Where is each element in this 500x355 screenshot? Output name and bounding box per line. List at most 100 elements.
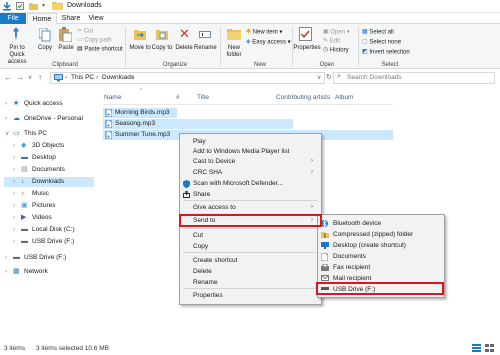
breadcrumb-separator: › [132,74,135,81]
send-to-item[interactable]: Compressed (zipped) folder [333,230,413,239]
nav-item[interactable]: › ◆ 3D Objects [4,141,94,151]
nav-item[interactable]: ∨ ▭ This PC [4,129,94,139]
clipboard-group-label: Clipboard [52,62,78,68]
new-folder-quick-icon[interactable] [29,2,38,10]
properties-check-icon[interactable] [16,2,24,10]
new-folder-button[interactable]: New folder [223,45,245,59]
address-dropdown-icon[interactable]: ∨ [317,74,321,81]
open-button[interactable]: ▣ Open ▾ [323,28,350,37]
menu-item-properties[interactable]: Properties [193,291,223,300]
menu-item-rename[interactable]: Rename [193,278,218,287]
column-name[interactable]: Name [104,94,121,101]
easy-access-button[interactable]: ◈ Easy access ▾ [246,38,291,47]
search-box[interactable]: ⌕ Search Downloads [333,72,495,84]
paste-shortcut-button[interactable]: ▤ Paste shortcut [77,45,123,54]
up-arrow-icon[interactable]: ↑ [38,73,42,82]
collapse-chevron-icon[interactable]: › [5,99,7,109]
move-to-button[interactable]: Move to [129,45,151,52]
nav-item[interactable]: › ▬ Desktop [4,153,94,163]
tiles-view-icon[interactable] [485,344,494,354]
column-album[interactable]: Album [335,94,353,101]
send-to-item[interactable]: Desktop (create shortcut) [333,241,406,250]
collapse-chevron-icon[interactable]: › [13,141,15,151]
nav-item[interactable]: › ▣ Pictures [4,201,94,211]
desktop-folder-icon: ▬ [21,154,28,161]
select-none-button[interactable]: ▢ Select none [362,38,401,47]
column-contributing-artists[interactable]: Contributing artists [276,94,330,101]
nav-item[interactable]: › ☁ OneDrive - Personal [4,114,94,124]
back-arrow-icon[interactable]: ← [4,73,12,82]
menu-item-crc-sha[interactable]: CRC SHA [193,168,222,177]
menu-item-play[interactable]: Play [193,137,206,146]
collapse-chevron-icon[interactable]: › [13,189,15,199]
nav-item[interactable]: › ▦ Network [4,267,94,277]
collapse-chevron-icon[interactable]: › [5,114,7,124]
breadcrumb-downloads[interactable]: Downloads [102,74,134,81]
nav-item[interactable]: › ▶ Videos [4,213,94,223]
collapse-chevron-icon[interactable]: › [13,201,15,211]
collapse-chevron-icon[interactable]: › [13,177,15,187]
nav-item-label: Pictures [32,202,56,209]
menu-item-delete[interactable]: Delete [193,267,212,276]
nav-item[interactable]: › ★ Quick access [4,99,94,109]
recent-dropdown-icon[interactable]: ∨ [28,74,32,81]
send-to-item[interactable]: Bluetooth device [333,219,381,228]
rename-button[interactable]: Rename [194,45,217,52]
menu-item-scan-defender[interactable]: Scan with Microsoft Defender... [193,179,283,188]
tab-file[interactable]: File [0,13,26,24]
nav-item[interactable]: › ▬ Local Disk (C:) [4,225,94,235]
bluetooth-icon [321,219,328,229]
nav-item[interactable]: › ↓ Downloads [4,177,94,187]
details-view-icon[interactable] [472,344,481,354]
cut-button[interactable]: ✂ Cut [77,27,93,36]
menu-item-share[interactable]: Share [193,190,210,199]
tab-home[interactable]: Home [27,13,57,24]
menu-item-cut[interactable]: Cut [193,231,203,240]
collapse-chevron-icon[interactable]: › [13,213,15,223]
history-button[interactable]: ◷ History [323,46,349,55]
properties-button[interactable]: Properties [293,45,321,52]
address-bar[interactable]: › This PC › Downloads › [50,72,325,84]
nav-item[interactable]: › ▤ Documents [4,165,94,175]
breadcrumb-this-pc[interactable]: This PC [71,74,94,81]
menu-item-copy[interactable]: Copy [193,242,208,251]
nav-item[interactable]: › ▬ USB Drive (F:) [4,237,94,247]
menu-item-cast-to-device[interactable]: Cast to Device [193,157,235,166]
copy-button[interactable]: Copy [36,45,54,52]
collapse-chevron-icon[interactable]: › [13,153,15,163]
select-all-button[interactable]: ▦ Select all [362,28,394,37]
delete-button[interactable]: Delete [174,45,194,52]
copy-path-button[interactable]: ▭ Copy path [77,36,112,45]
folder-down-icon[interactable] [3,2,11,11]
send-to-item[interactable]: Documents [333,252,366,261]
paste-button[interactable]: Paste [56,45,76,52]
column-title[interactable]: Title [197,94,209,101]
documents-icon [320,252,329,263]
tab-view[interactable]: View [85,13,107,24]
pin-quick-access-button[interactable]: Pin to Quick access [1,45,33,66]
nav-item[interactable]: › ♪ Music [4,189,94,199]
menu-item-create-shortcut[interactable]: Create shortcut [193,256,237,265]
nav-item-label: USB Drive (F:) [24,254,67,261]
edit-button[interactable]: ✎ Edit [323,37,340,46]
menu-item-add-to-wmp-list[interactable]: Add to Windows Media Player list [193,147,289,156]
copy-to-button[interactable]: Copy to [151,45,173,52]
collapse-chevron-icon[interactable]: › [13,237,15,247]
collapse-chevron-icon[interactable]: › [5,253,7,263]
collapse-chevron-icon[interactable]: › [5,267,7,277]
new-item-button[interactable]: ✱ New item ▾ [246,28,282,37]
forward-arrow-icon[interactable]: → [16,73,24,82]
file-row[interactable]: Morning Birds.mp3 [103,108,177,118]
column-number[interactable]: # [176,94,180,101]
expand-chevron-icon[interactable]: ∨ [5,129,9,139]
invert-selection-button[interactable]: ◩ Invert selection [362,48,410,57]
collapse-chevron-icon[interactable]: › [13,165,15,175]
quick-access-dropdown-icon[interactable]: ▾ [42,2,45,9]
send-to-item[interactable]: Fax recipient [333,263,370,272]
menu-item-give-access-to[interactable]: Give access to [193,203,236,212]
tab-share[interactable]: Share [60,13,82,24]
file-row[interactable]: Seasong.mp3 [103,119,293,129]
refresh-icon[interactable]: ↻ [326,73,332,81]
nav-item[interactable]: › ▬ USB Drive (F:) [4,253,94,263]
collapse-chevron-icon[interactable]: › [13,225,15,235]
